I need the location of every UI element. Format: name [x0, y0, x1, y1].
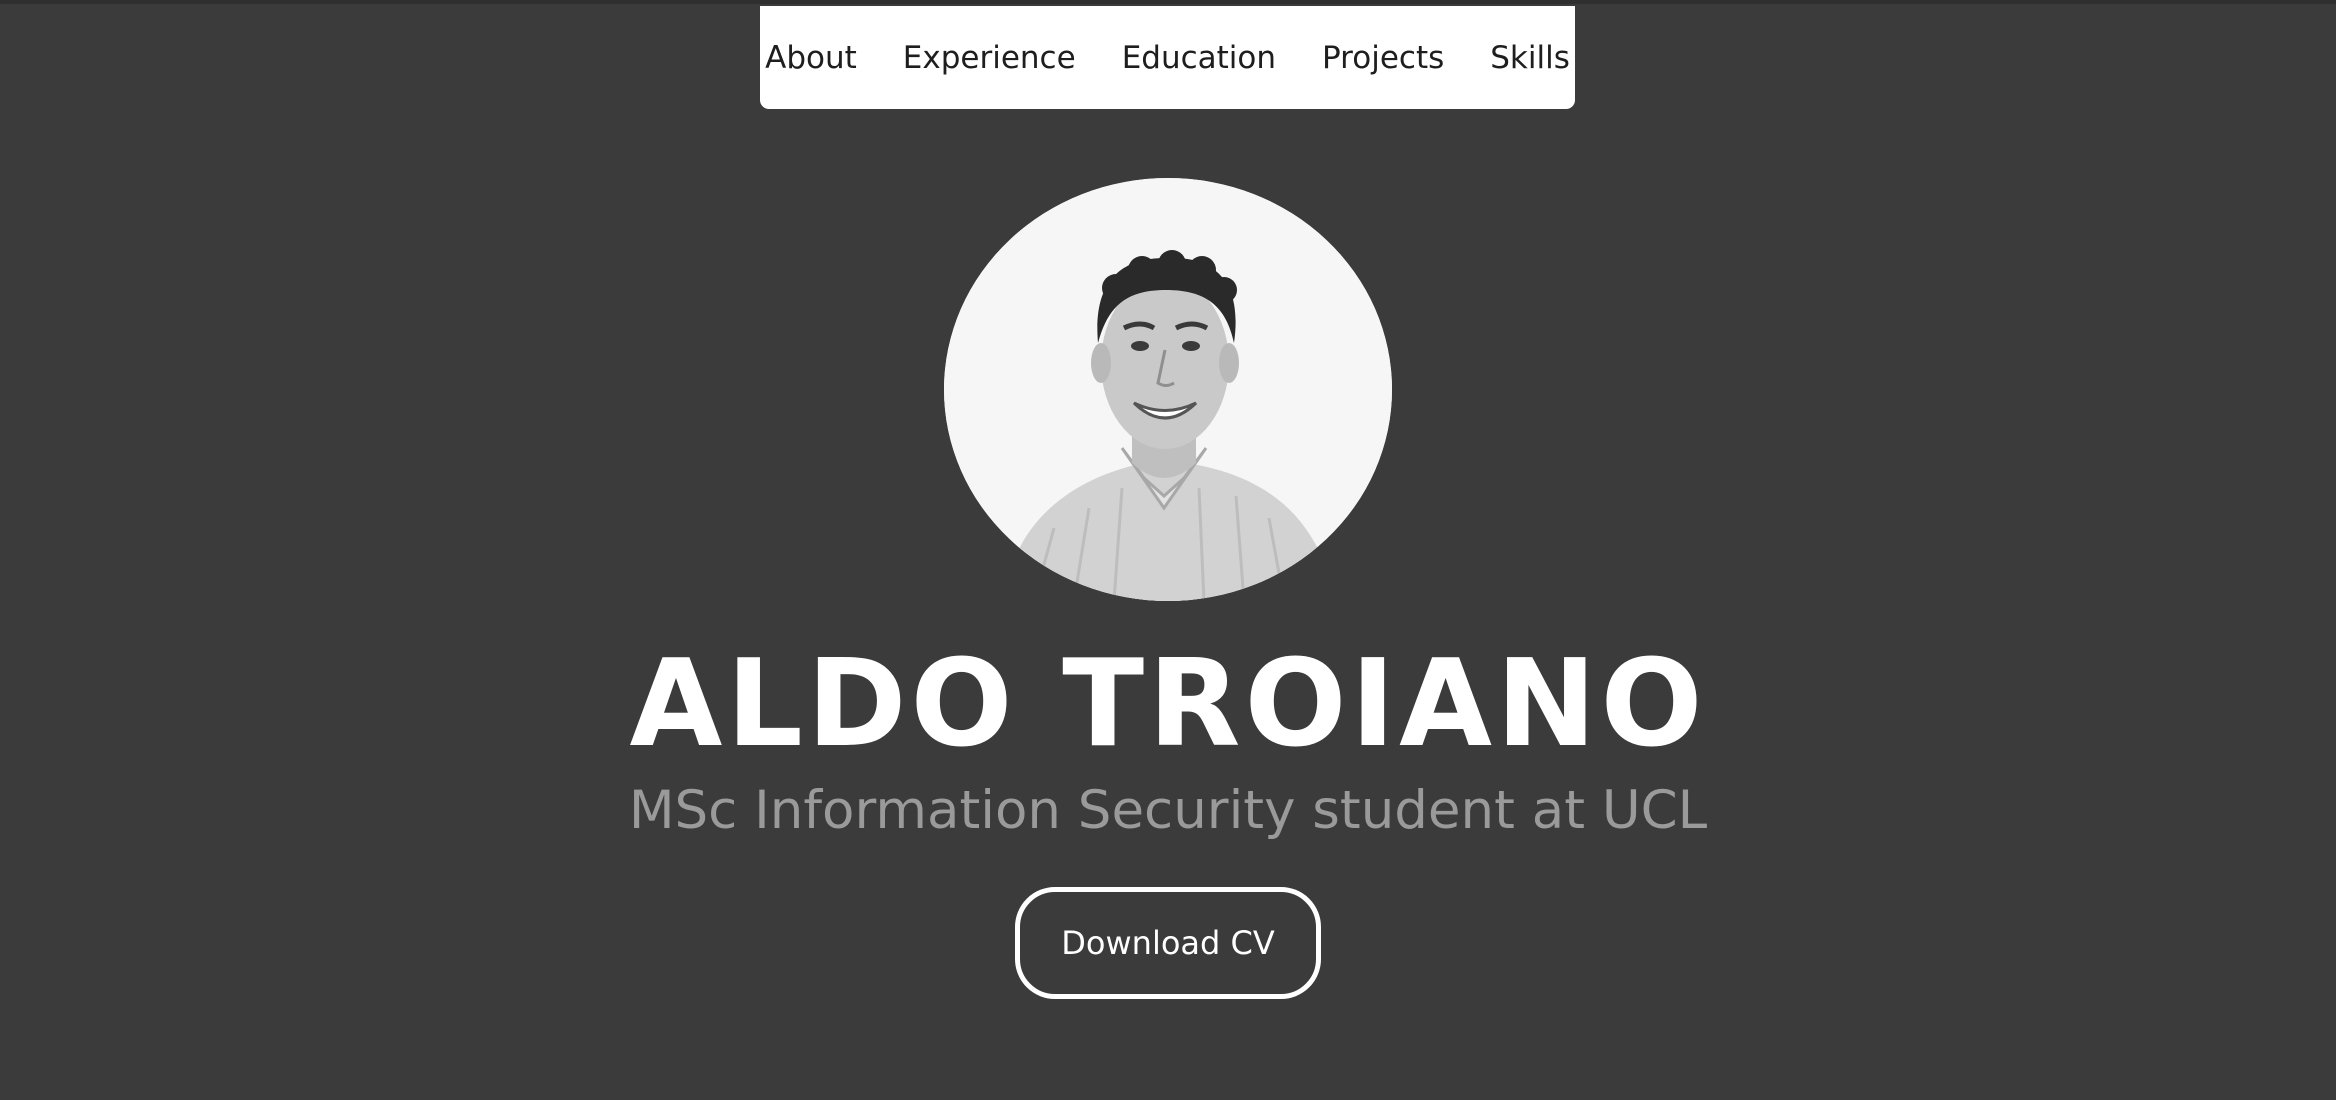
profile-photo	[944, 178, 1392, 601]
nav-item-skills[interactable]: Skills	[1490, 40, 1570, 76]
hero-subtitle: MSc Information Security student at UCL	[628, 780, 1708, 841]
hero-name: ALDO TROIANO	[629, 635, 1707, 774]
portrait-illustration	[944, 178, 1392, 601]
nav-item-about[interactable]: About	[765, 40, 857, 76]
main-navigation: About Experience Education Projects Skil…	[760, 6, 1575, 109]
top-border	[0, 0, 2336, 4]
nav-item-education[interactable]: Education	[1122, 40, 1276, 76]
nav-item-experience[interactable]: Experience	[903, 40, 1076, 76]
nav-item-projects[interactable]: Projects	[1322, 40, 1444, 76]
download-cv-button[interactable]: Download CV	[1015, 887, 1321, 999]
